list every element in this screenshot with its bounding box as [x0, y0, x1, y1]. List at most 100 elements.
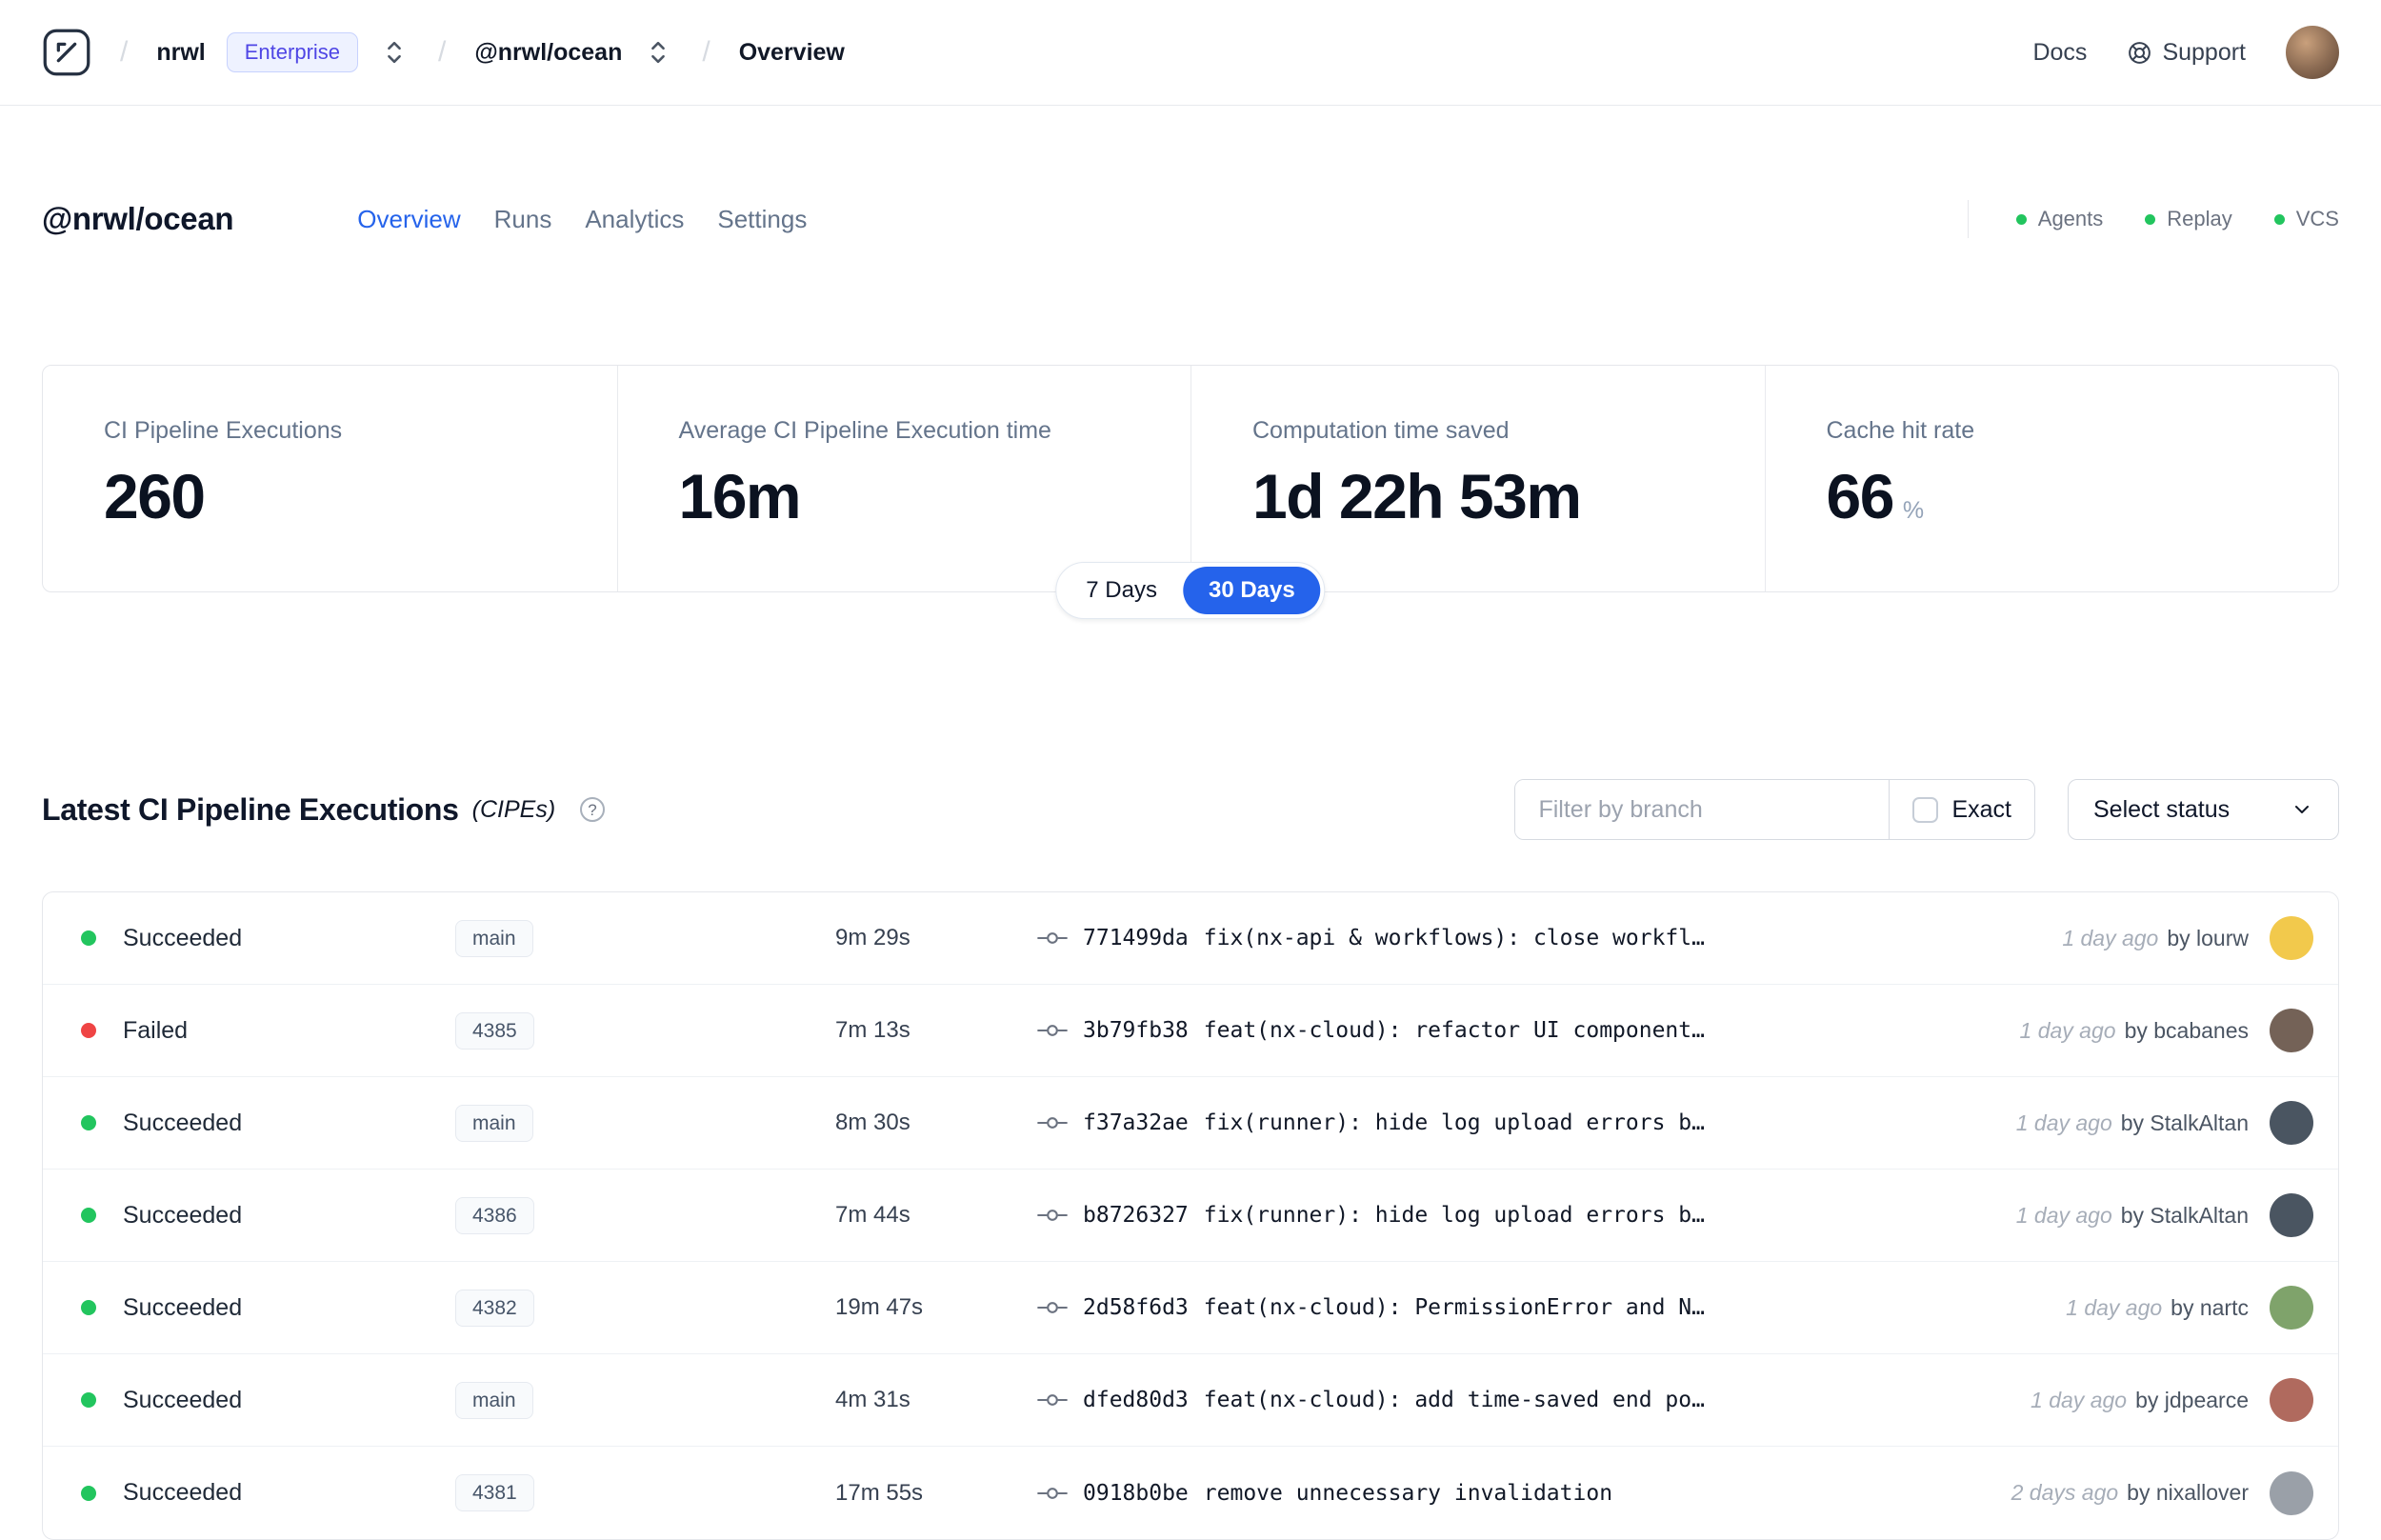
row-meta: 1 day ago by nartc: [2066, 1286, 2313, 1330]
duration: 7m 44s: [835, 1202, 910, 1228]
tab-settings[interactable]: Settings: [717, 205, 807, 234]
stat-value: 66%: [1827, 460, 2320, 532]
breadcrumb-separator: /: [702, 36, 710, 68]
status-select-button[interactable]: Select status: [2068, 779, 2339, 840]
commit-time: 1 day ago: [2019, 1017, 2116, 1043]
branch-badge: 4385: [455, 1011, 534, 1050]
row-avatar: [2270, 1009, 2313, 1052]
commit-icon: [1037, 1210, 1068, 1221]
breadcrumb: / nrwl Enterprise / @nrwl/ocean / Overvi…: [42, 28, 845, 77]
support-link[interactable]: Support: [2127, 39, 2246, 67]
green-dot-icon: [2015, 213, 2027, 225]
range-option-30-days[interactable]: 30 Days: [1182, 567, 1321, 614]
indicator-label: Replay: [2167, 207, 2232, 230]
commit-icon: [1037, 1394, 1068, 1406]
cipe-section-header: Latest CI Pipeline Executions (CIPEs) ? …: [42, 779, 2339, 840]
vertical-divider: [1967, 200, 1969, 238]
status-cell: Failed: [81, 1017, 455, 1045]
exact-checkbox[interactable]: [1912, 796, 1939, 823]
org-crumb-group: nrwl Enterprise: [156, 32, 410, 72]
status-dot: [81, 1300, 96, 1315]
duration: 7m 13s: [835, 1017, 910, 1043]
status-indicator-vcs[interactable]: VCS: [2273, 207, 2339, 231]
org-switcher-button[interactable]: [379, 35, 410, 70]
tab-runs[interactable]: Runs: [494, 205, 552, 234]
breadcrumb-separator: /: [120, 36, 129, 68]
status-label: Succeeded: [123, 1386, 243, 1413]
commit-hash: b8726327: [1083, 1203, 1189, 1228]
stat-value: 16m: [679, 460, 1172, 532]
status-dot: [81, 1208, 96, 1223]
commit-message: fix(runner): hide log upload errors b…: [1203, 1110, 1705, 1135]
chevron-down-icon: [2295, 806, 2309, 813]
stat-value-text: 1d 22h 53m: [1252, 461, 1582, 531]
commit-author: by lourw: [2167, 925, 2249, 950]
cipe-table: Succeeded main 9m 29s 771499da fix(nx-ap…: [42, 891, 2339, 1540]
stat-label: Average CI Pipeline Execution time: [678, 417, 1051, 444]
status-indicator-replay[interactable]: Replay: [2145, 207, 2232, 231]
duration: 17m 55s: [835, 1479, 924, 1506]
stats-cards: CI Pipeline Executions 260 Average CI Pi…: [42, 365, 2339, 619]
commit-cell: 3b79fb38 feat(nx-cloud): refactor UI com…: [1037, 1018, 1991, 1043]
commit-cell: 2d58f6d3 feat(nx-cloud): PermissionError…: [1037, 1295, 2037, 1320]
stat-value-text: 260: [104, 461, 206, 531]
row-avatar: [2270, 1193, 2313, 1237]
status-label: Succeeded: [123, 1109, 243, 1136]
table-row[interactable]: Succeeded main 8m 30s f37a32ae fix(runne…: [43, 1077, 2338, 1170]
status-indicator-agents[interactable]: Agents: [2015, 207, 2103, 231]
user-avatar[interactable]: [2286, 26, 2339, 79]
status-dot: [81, 930, 96, 946]
branch-filter-group: Exact: [1514, 779, 2035, 840]
branch-badge: 4382: [455, 1289, 534, 1327]
range-option-7-days[interactable]: 7 Days: [1060, 567, 1183, 614]
branch-cell: main: [455, 1104, 835, 1142]
table-row[interactable]: Succeeded 4382 19m 47s 2d58f6d3 feat(nx-…: [43, 1262, 2338, 1354]
status-cell: Succeeded: [81, 1294, 455, 1322]
tab-analytics[interactable]: Analytics: [585, 205, 684, 234]
commit-time: 1 day ago: [2015, 1110, 2112, 1135]
docs-link[interactable]: Docs: [2032, 39, 2087, 67]
green-dot-icon: [2273, 213, 2285, 225]
table-row[interactable]: Succeeded 4386 7m 44s b8726327 fix(runne…: [43, 1170, 2338, 1262]
commit-author: by nixallover: [2127, 1480, 2249, 1505]
branch-cell: 4386: [455, 1196, 835, 1234]
stat-value-text: 16m: [678, 461, 802, 531]
commit-cell: b8726327 fix(runner): hide log upload er…: [1037, 1203, 1988, 1228]
breadcrumb-org[interactable]: nrwl: [156, 39, 205, 67]
stat-card-cache-hit-rate: Cache hit rate 66%: [1764, 366, 2339, 591]
table-row[interactable]: Failed 4385 7m 13s 3b79fb38 feat(nx-clou…: [43, 985, 2338, 1077]
row-avatar: [2270, 1101, 2313, 1145]
status-label: Succeeded: [123, 924, 243, 951]
commit-author: by nartc: [2171, 1294, 2249, 1320]
row-meta: 1 day ago by lourw: [2062, 916, 2313, 960]
branch-filter-input[interactable]: [1515, 780, 1890, 839]
workspace-switcher-button[interactable]: [643, 35, 673, 70]
commit-message: fix(nx-api & workflows): close workfl…: [1203, 926, 1705, 950]
commit-icon: [1037, 1302, 1068, 1313]
duration: 8m 30s: [835, 1110, 910, 1135]
row-avatar: [2270, 1286, 2313, 1330]
nx-cloud-logo[interactable]: [42, 28, 91, 77]
branch-cell: 4382: [455, 1289, 835, 1327]
row-meta: 1 day ago by bcabanes: [2020, 1009, 2313, 1052]
branch-badge: 4381: [455, 1474, 534, 1511]
branch-badge: main: [455, 1381, 533, 1419]
table-row[interactable]: Succeeded 4381 17m 55s 0918b0be remove u…: [43, 1447, 2338, 1539]
breadcrumb-workspace[interactable]: @nrwl/ocean: [474, 39, 622, 67]
commit-message: fix(runner): hide log upload errors b…: [1203, 1203, 1705, 1228]
commit-author: by jdpearce: [2135, 1387, 2249, 1412]
breadcrumb-separator: /: [438, 36, 447, 68]
cipe-title-group: Latest CI Pipeline Executions (CIPEs) ?: [42, 792, 607, 828]
table-row[interactable]: Succeeded main 9m 29s 771499da fix(nx-ap…: [43, 892, 2338, 985]
tab-overview[interactable]: Overview: [357, 205, 460, 234]
status-label: Succeeded: [123, 1293, 243, 1321]
status-dot: [81, 1392, 96, 1408]
status-label: Succeeded: [123, 1201, 243, 1229]
duration: 19m 47s: [835, 1294, 924, 1320]
commit-time: 1 day ago: [2015, 1202, 2112, 1228]
branch-cell: main: [455, 1381, 835, 1419]
commit-hash: 3b79fb38: [1083, 1018, 1189, 1043]
help-icon[interactable]: ?: [578, 795, 607, 824]
table-row[interactable]: Succeeded main 4m 31s dfed80d3 feat(nx-c…: [43, 1354, 2338, 1447]
row-meta: 1 day ago by jdpearce: [2031, 1378, 2313, 1422]
